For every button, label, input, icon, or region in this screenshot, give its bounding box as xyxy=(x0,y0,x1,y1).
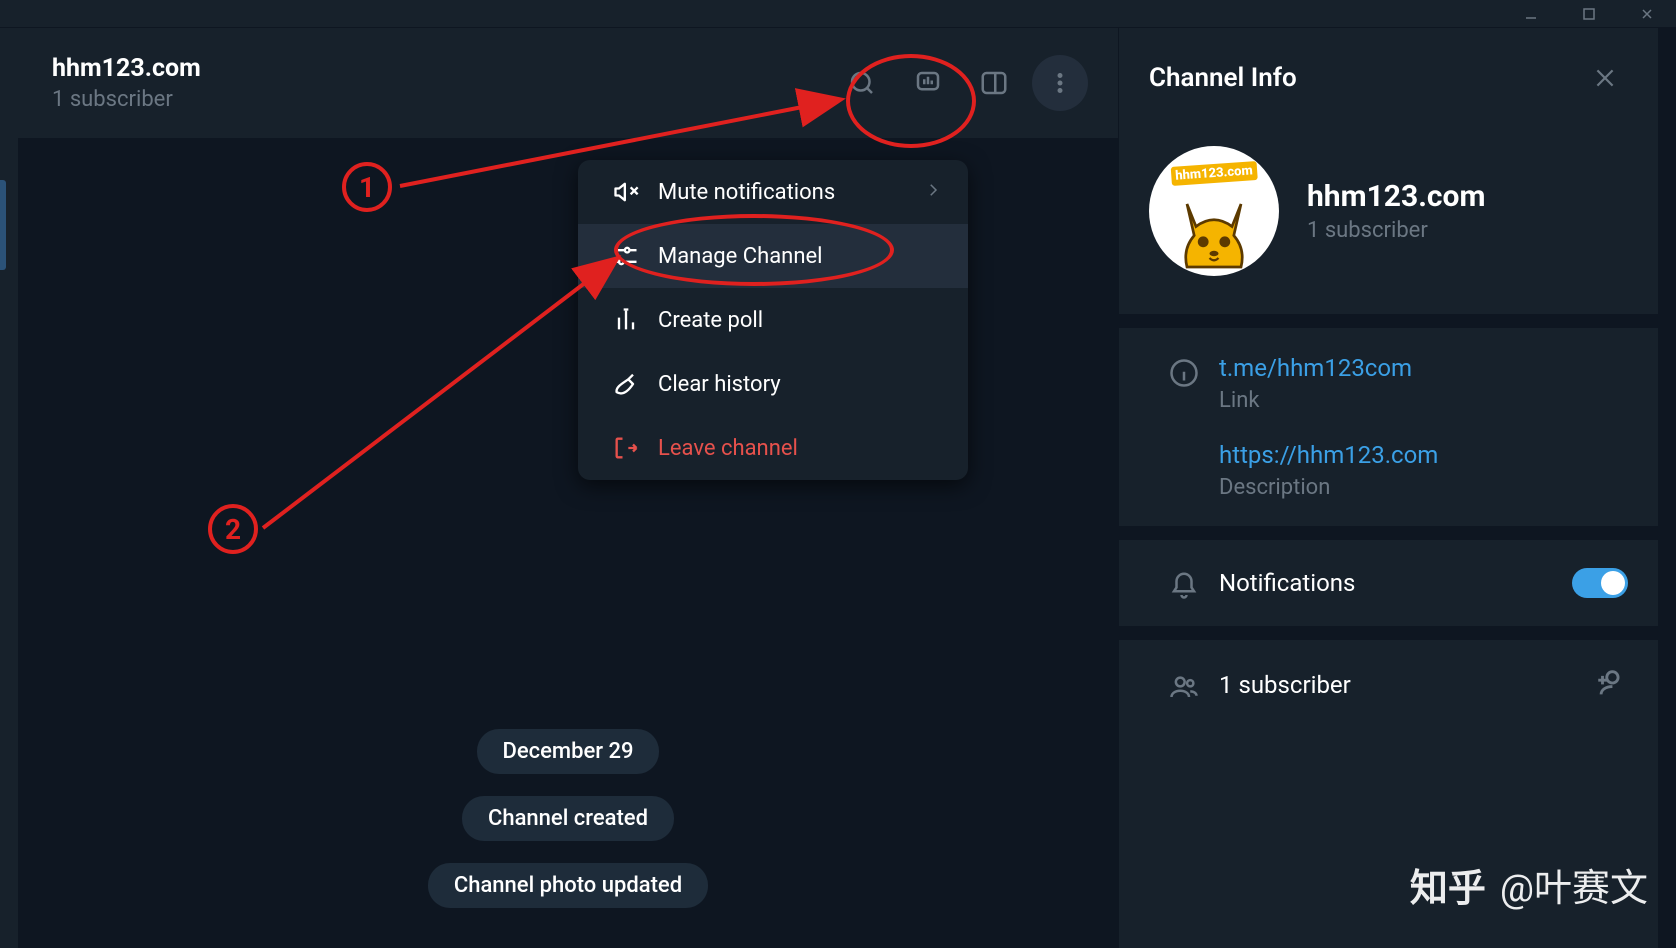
menu-label: Mute notifications xyxy=(658,180,924,205)
menu-manage-channel[interactable]: Manage Channel xyxy=(578,224,968,288)
menu-label: Create poll xyxy=(658,308,942,333)
divider xyxy=(1119,526,1658,540)
menu-mute-notifications[interactable]: Mute notifications xyxy=(578,160,968,224)
menu-create-poll[interactable]: Create poll xyxy=(578,288,968,352)
channel-profile[interactable]: hhm123.com hhm123.com 1 subscriber xyxy=(1119,128,1658,314)
window-close-button[interactable] xyxy=(1618,0,1676,28)
leave-icon xyxy=(604,434,648,462)
chat-panel: hhm123.com 1 subscriber December 29 Chan… xyxy=(18,28,1118,948)
comments-button[interactable] xyxy=(900,55,956,111)
info-desc-url: https://hhm123.com xyxy=(1219,441,1628,469)
menu-label: Leave channel xyxy=(658,436,942,461)
info-subs-label: 1 subscriber xyxy=(1219,671,1594,699)
search-button[interactable] xyxy=(834,55,890,111)
info-desc-caption: Description xyxy=(1219,475,1628,500)
info-channel-sub: 1 subscriber xyxy=(1307,218,1485,243)
service-date: December 29 xyxy=(477,729,660,774)
close-info-button[interactable] xyxy=(1582,55,1628,101)
info-subscribers-row[interactable]: 1 subscriber xyxy=(1119,640,1658,730)
people-icon xyxy=(1149,668,1219,702)
channel-info-panel: Channel Info hhm123.com hhm123.com 1 sub… xyxy=(1118,28,1658,948)
sliders-icon xyxy=(604,242,648,270)
channel-subtitle: 1 subscriber xyxy=(52,87,201,112)
divider xyxy=(1119,314,1658,328)
info-notif-label: Notifications xyxy=(1219,569,1572,597)
add-subscriber-button[interactable] xyxy=(1594,666,1628,704)
info-header: Channel Info xyxy=(1119,28,1658,128)
menu-clear-history[interactable]: Clear history xyxy=(578,352,968,416)
menu-label: Clear history xyxy=(658,372,942,397)
info-channel-name: hhm123.com xyxy=(1307,179,1485,214)
poll-icon xyxy=(604,306,648,334)
active-chat-indicator xyxy=(0,180,6,270)
channel-title: hhm123.com xyxy=(52,54,201,83)
window-minimize-button[interactable] xyxy=(1502,0,1560,28)
info-title: Channel Info xyxy=(1149,63,1582,93)
info-link-caption: Link xyxy=(1219,388,1628,413)
menu-leave-channel[interactable]: Leave channel xyxy=(578,416,968,480)
chat-header[interactable]: hhm123.com 1 subscriber xyxy=(18,28,1118,138)
channel-avatar[interactable]: hhm123.com xyxy=(1149,146,1279,276)
divider xyxy=(1119,626,1658,640)
service-channel-created: Channel created xyxy=(462,796,674,841)
chat-list-sidebar xyxy=(0,28,18,948)
menu-label: Manage Channel xyxy=(658,244,942,269)
more-menu-button[interactable] xyxy=(1032,55,1088,111)
mute-icon xyxy=(604,178,648,206)
side-panel-button[interactable] xyxy=(966,55,1022,111)
info-link-row[interactable]: t.me/hhm123com Link https://hhm123.com D… xyxy=(1119,328,1658,526)
service-photo-updated: Channel photo updated xyxy=(428,863,708,908)
avatar-banner-text: hhm123.com xyxy=(1171,161,1258,186)
window-titlebar xyxy=(0,0,1676,28)
bell-icon xyxy=(1149,566,1219,600)
info-link-url: t.me/hhm123com xyxy=(1219,354,1628,382)
chevron-right-icon xyxy=(924,180,942,205)
info-icon xyxy=(1149,354,1219,388)
info-notifications-row[interactable]: Notifications xyxy=(1119,540,1658,626)
notifications-toggle[interactable] xyxy=(1572,568,1628,598)
more-dropdown-menu: Mute notifications Manage Channel Create… xyxy=(578,160,968,480)
window-maximize-button[interactable] xyxy=(1560,0,1618,28)
broom-icon xyxy=(604,370,648,398)
